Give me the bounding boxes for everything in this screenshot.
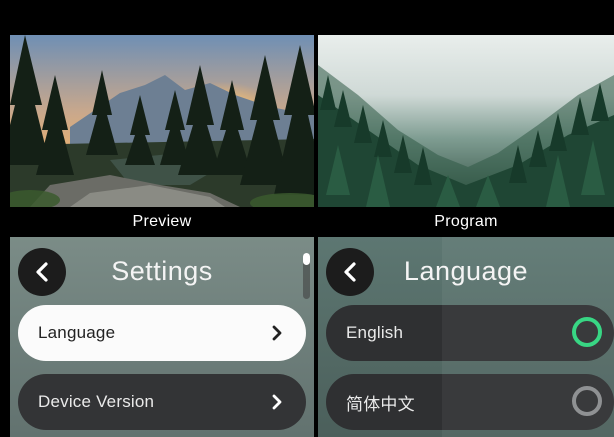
language-option-simplified-chinese[interactable]: 简体中文 bbox=[326, 374, 614, 430]
preview-panel: Preview Settings Language Device Version bbox=[10, 35, 314, 437]
settings-item-device-version[interactable]: Device Version bbox=[18, 374, 306, 430]
program-caption: Program bbox=[318, 207, 614, 237]
settings-title: Settings bbox=[111, 256, 213, 286]
language-option-label: English bbox=[346, 323, 404, 342]
settings-menu: Settings Language Device Version bbox=[10, 237, 314, 437]
settings-item-language[interactable]: Language bbox=[18, 305, 306, 361]
settings-item-label: Device Version bbox=[38, 392, 155, 411]
language-title: Language bbox=[403, 256, 529, 286]
preview-caption: Preview bbox=[10, 207, 314, 237]
language-option-english[interactable]: English bbox=[326, 305, 614, 361]
preview-image bbox=[10, 35, 314, 207]
settings-item-label: Language bbox=[38, 323, 116, 342]
settings-scrollbar-thumb[interactable] bbox=[303, 253, 310, 265]
chevron-right-icon bbox=[272, 394, 282, 410]
program-panel: Program Language English 简体中文 bbox=[318, 35, 614, 437]
radio-unchecked-icon[interactable] bbox=[572, 386, 602, 416]
language-menu: Language English 简体中文 bbox=[318, 237, 614, 437]
chevron-right-icon bbox=[272, 325, 282, 341]
program-image bbox=[318, 35, 614, 207]
language-option-label: 简体中文 bbox=[346, 394, 415, 414]
top-bar bbox=[0, 0, 614, 35]
radio-checked-icon[interactable] bbox=[572, 317, 602, 347]
